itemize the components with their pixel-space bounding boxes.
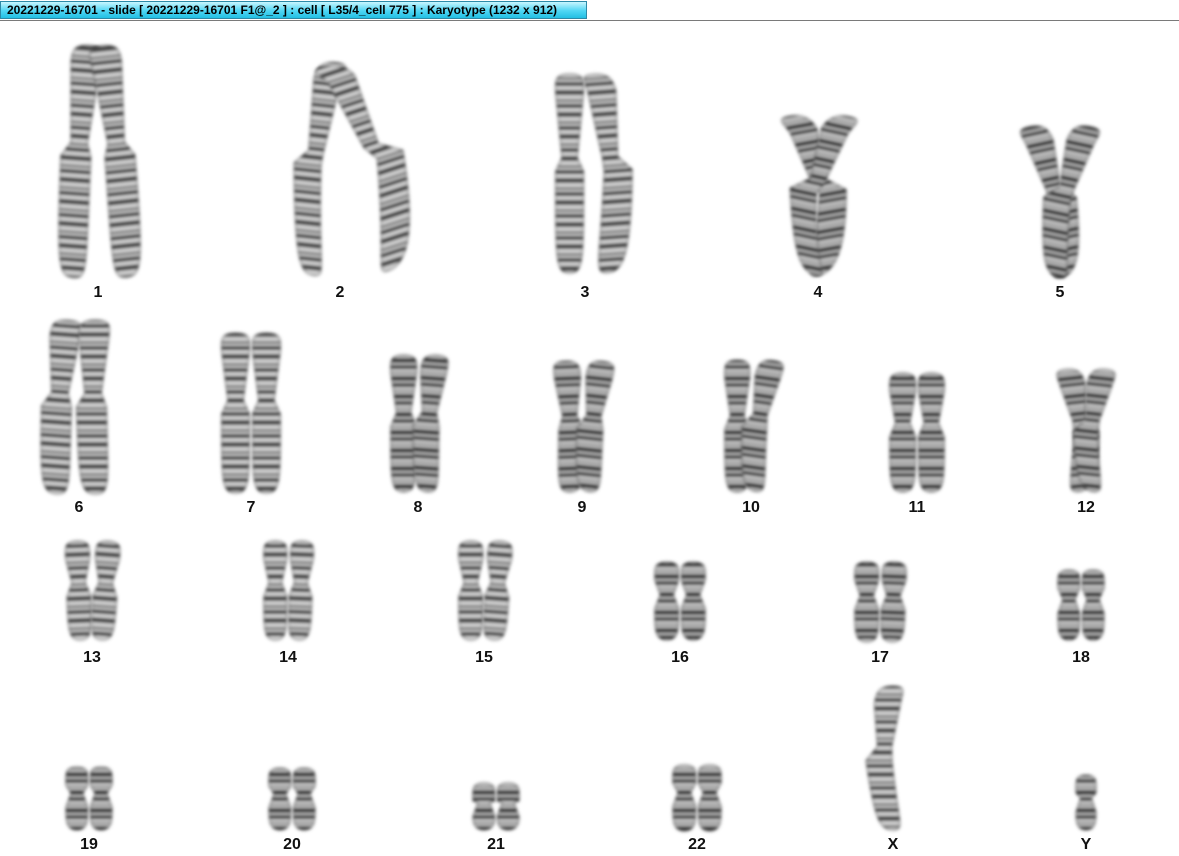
chromosome-19-left [65,766,89,831]
chromosome-18-right [1081,569,1105,641]
chromosome-21-right [496,782,520,831]
chromosome-label-16: 16 [671,649,689,666]
chromosome-2-right [315,64,410,272]
chromosome-x [865,685,904,831]
chromosome-18-left [1057,569,1081,641]
chromosome-label-y: Y [1080,836,1092,853]
window-title[interactable]: 20221229-16701 - slide [ 20221229-16701 … [0,1,587,19]
chromosome-1-right [89,44,141,278]
chromosome-label-8: 8 [413,499,423,516]
chromosome-11-left [889,372,917,493]
chromosome-20-left [268,767,292,831]
chromosome-label-5: 5 [1055,284,1065,301]
chromosome-13-left [64,540,93,641]
chromosome-14-right [287,540,315,641]
chromosome-6-right [75,319,110,495]
chromosome-6-left [40,319,82,495]
chromosome-label-19: 19 [80,836,98,853]
chromosome-15-right [482,540,513,641]
chromosome-label-4: 4 [813,284,823,301]
window-titlebar[interactable]: 20221229-16701 - slide [ 20221229-16701 … [0,0,1179,21]
chromosome-label-11: 11 [908,499,926,516]
chromosome-label-12: 12 [1077,499,1095,516]
karyotype-canvas: 1 2 3 4 5 6 7 8 9 10 11 12 13 14 15 16 17 18 19 20 21 22 X Y [0,22,1179,856]
chromosome-label-x: X [887,836,899,853]
chromosome-13-right [90,540,121,641]
chromosome-7-left [221,332,251,494]
chromosome-label-15: 15 [475,649,493,666]
chromosome-17-right [880,561,907,643]
chromosome-label-1: 1 [93,284,103,301]
chromosome-3-right [583,73,633,274]
chromosome-y [1075,774,1097,831]
chromosome-label-20: 20 [283,836,301,853]
chromosome-7-right [251,332,281,494]
chromosome-14-left [263,540,288,641]
chromosome-label-6: 6 [74,499,84,516]
chromosome-label-13: 13 [83,649,101,666]
chromosome-15-left [458,540,484,641]
chromosome-22-left [672,764,697,832]
chromosome-22-right [697,764,722,832]
chromosome-label-10: 10 [742,499,760,516]
chromosome-label-3: 3 [580,284,590,301]
chromosome-label-18: 18 [1072,649,1090,666]
chromosome-3-left [555,73,585,274]
chromosome-20-right [292,767,316,831]
chromosome-label-14: 14 [279,649,297,666]
chromosome-21-left [472,782,496,831]
chromosome-8-left [390,354,418,493]
chromosome-16-right [680,561,706,641]
chromosome-label-2: 2 [335,284,345,301]
chromosome-label-9: 9 [577,499,587,516]
chromosome-label-22: 22 [688,836,706,853]
chromosome-16-left [654,561,680,641]
chromosome-17-left [854,561,880,643]
chromosome-label-7: 7 [246,499,256,516]
karyogram [40,44,1116,832]
chromosome-label-17: 17 [871,649,889,666]
chromosome-label-21: 21 [487,836,505,853]
chromosome-11-right [917,372,945,493]
chromosome-19-right [89,766,113,831]
